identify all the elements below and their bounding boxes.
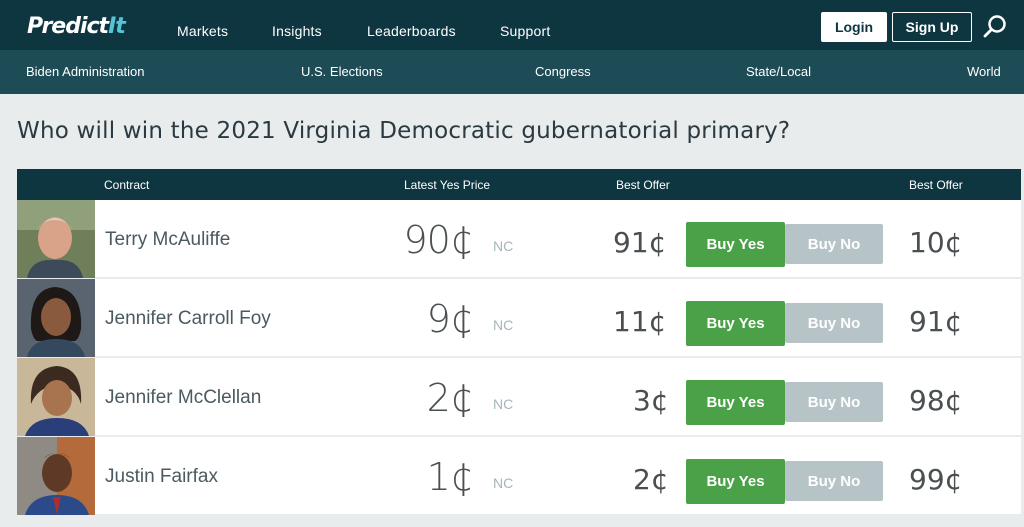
- latest-yes-price: 2¢: [426, 376, 474, 420]
- search-icon[interactable]: [982, 14, 1008, 40]
- nav-leaderboards[interactable]: Leaderboards: [367, 23, 456, 39]
- latest-yes-price: 1¢: [426, 455, 474, 499]
- best-offer-no: 10¢: [909, 226, 963, 259]
- header-latest-yes-price: Latest Yes Price: [404, 178, 491, 192]
- header-best-offer-no: Best Offer: [909, 178, 963, 192]
- price-change: NC: [493, 238, 514, 254]
- price-change: NC: [493, 317, 514, 333]
- top-navigation-bar: PredictIt Markets Insights Leaderboards …: [0, 0, 1024, 50]
- subnav-state-local[interactable]: State/Local: [746, 64, 811, 79]
- contract-name[interactable]: Justin Fairfax: [105, 466, 218, 488]
- candidate-photo: [17, 358, 95, 436]
- best-offer-no: 91¢: [909, 305, 963, 338]
- header-best-offer-yes: Best Offer: [616, 178, 670, 192]
- latest-yes-price: 9¢: [426, 297, 474, 341]
- contract-name[interactable]: Jennifer McClellan: [105, 387, 261, 409]
- contract-row[interactable]: Terry McAuliffe 90¢ NC 91¢ Buy Yes Buy N…: [17, 200, 1021, 278]
- contract-row[interactable]: Jennifer McClellan 2¢ NC 3¢ Buy Yes Buy …: [17, 358, 1021, 436]
- best-offer-yes: 3¢: [633, 384, 669, 417]
- buy-no-button[interactable]: Buy No: [785, 224, 883, 264]
- candidate-photo: [17, 279, 95, 357]
- login-button[interactable]: Login: [821, 12, 887, 42]
- buy-no-button[interactable]: Buy No: [785, 303, 883, 343]
- best-offer-yes: 2¢: [633, 463, 669, 496]
- page-title: Who will win the 2021 Virginia Democrati…: [17, 118, 791, 144]
- buy-no-button[interactable]: Buy No: [785, 382, 883, 422]
- latest-yes-price: 90¢: [403, 218, 474, 262]
- buy-yes-button[interactable]: Buy Yes: [686, 301, 785, 346]
- candidate-photo: [17, 200, 95, 278]
- subnav-us-elections[interactable]: U.S. Elections: [301, 64, 383, 79]
- best-offer-yes: 11¢: [613, 305, 667, 338]
- contract-row[interactable]: Jennifer Carroll Foy 9¢ NC 11¢ Buy Yes B…: [17, 279, 1021, 357]
- buy-yes-button[interactable]: Buy Yes: [686, 459, 785, 504]
- predictit-logo[interactable]: PredictIt: [27, 14, 126, 39]
- nav-support[interactable]: Support: [500, 23, 550, 39]
- nav-insights[interactable]: Insights: [272, 23, 322, 39]
- buy-yes-button[interactable]: Buy Yes: [686, 380, 785, 425]
- nav-markets[interactable]: Markets: [177, 23, 228, 39]
- price-change: NC: [493, 396, 514, 412]
- contract-row[interactable]: Justin Fairfax 1¢ NC 2¢ Buy Yes Buy No 9…: [17, 437, 1021, 515]
- subnav-biden-administration[interactable]: Biden Administration: [26, 64, 145, 79]
- best-offer-no: 99¢: [909, 463, 963, 496]
- logo-text: Predict: [27, 14, 109, 39]
- contracts-table-header: Contract Latest Yes Price Best Offer Bes…: [17, 169, 1021, 200]
- category-navigation-bar: Biden Administration U.S. Elections Cong…: [0, 50, 1024, 94]
- signup-button[interactable]: Sign Up: [892, 12, 972, 42]
- logo-accent-text: It: [108, 14, 126, 39]
- contract-name[interactable]: Jennifer Carroll Foy: [105, 308, 271, 330]
- best-offer-yes: 91¢: [613, 226, 667, 259]
- buy-yes-button[interactable]: Buy Yes: [686, 222, 785, 267]
- header-contract: Contract: [104, 178, 150, 192]
- buy-no-button[interactable]: Buy No: [785, 461, 883, 501]
- price-change: NC: [493, 475, 514, 491]
- contract-name[interactable]: Terry McAuliffe: [105, 229, 230, 251]
- subnav-world[interactable]: World: [967, 64, 1001, 79]
- subnav-congress[interactable]: Congress: [535, 64, 591, 79]
- candidate-photo: [17, 437, 95, 515]
- best-offer-no: 98¢: [909, 384, 963, 417]
